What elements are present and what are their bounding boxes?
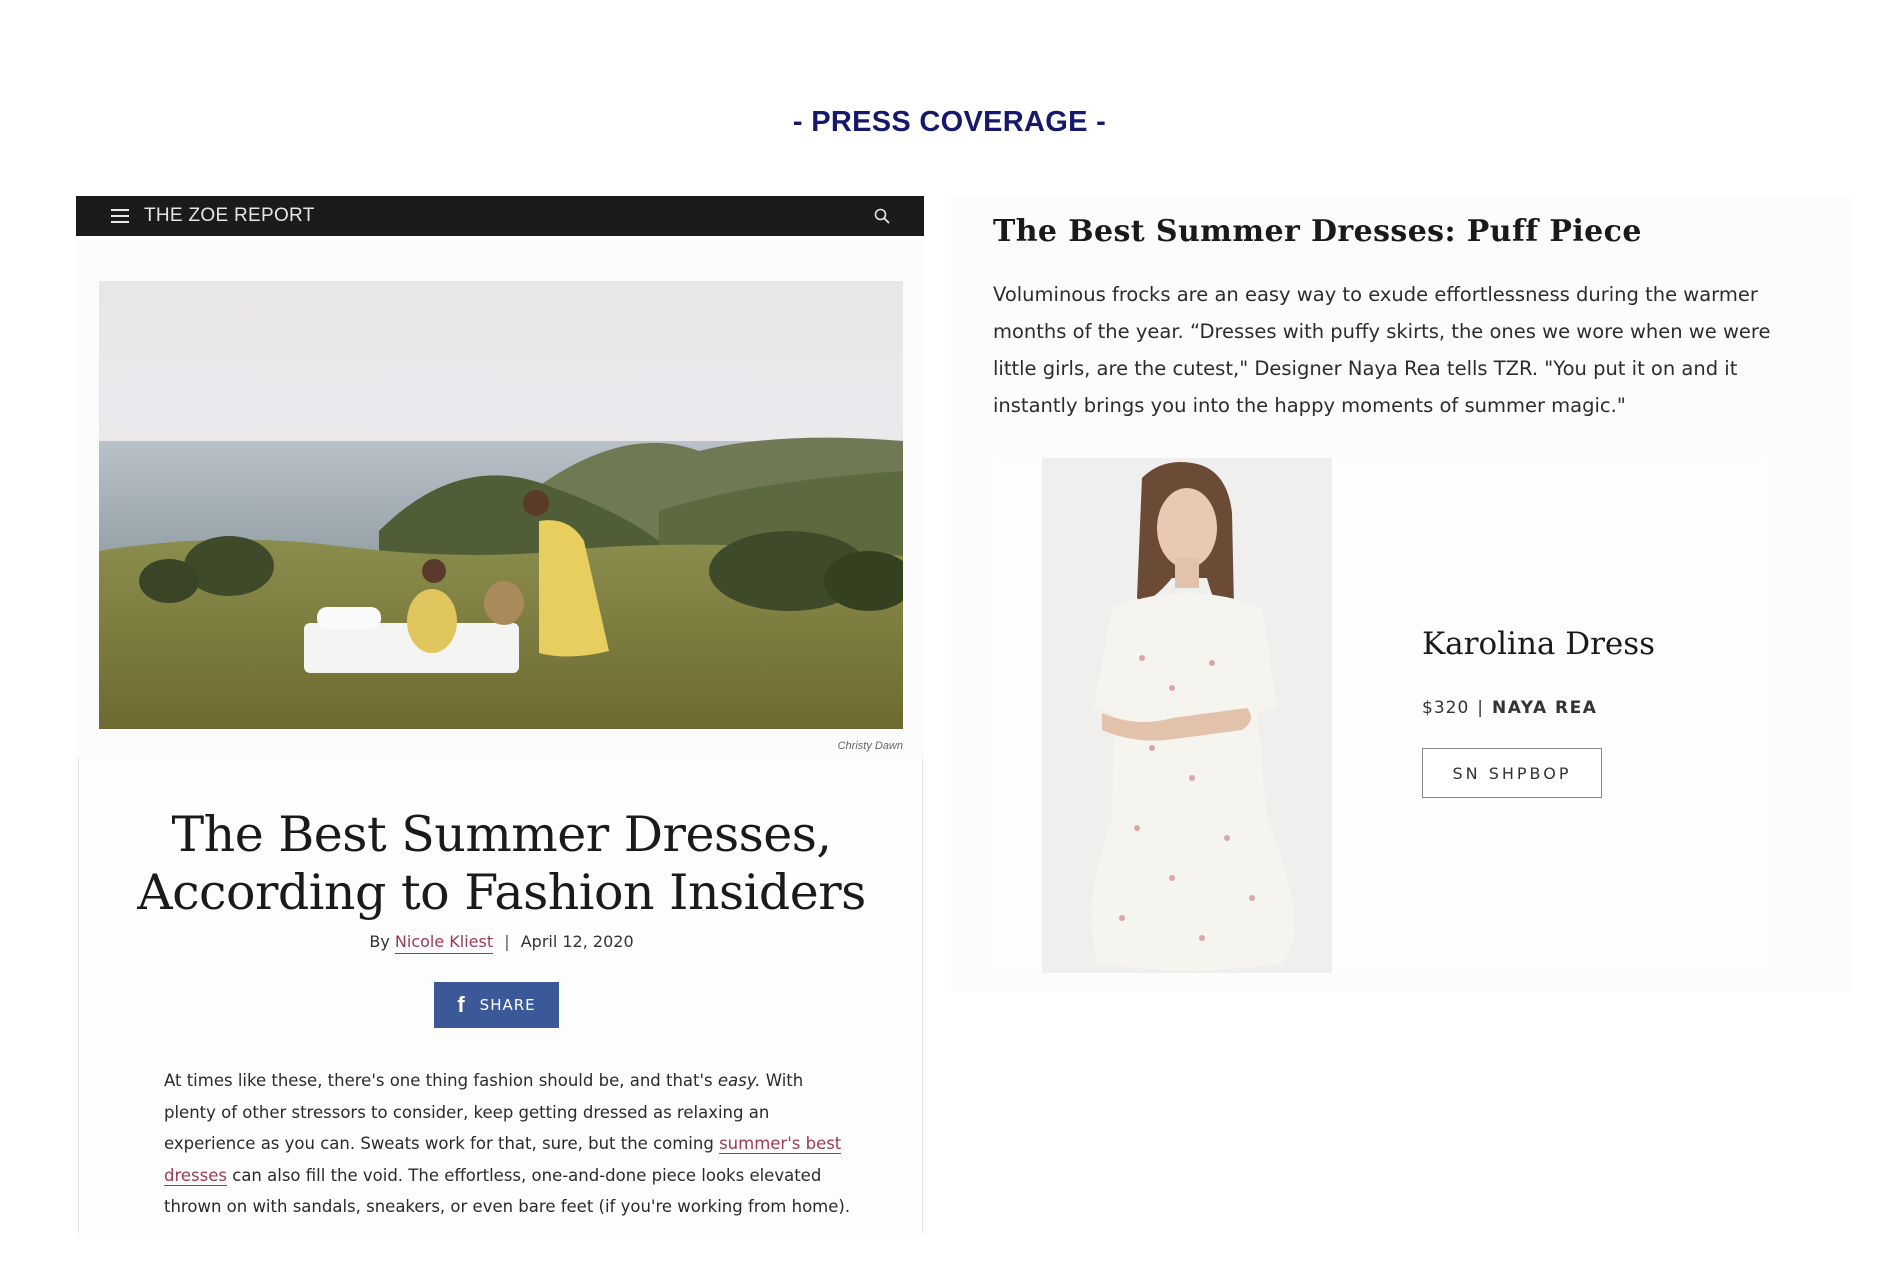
intro-text-1: At times like these, there's one thing f… [164, 1071, 718, 1090]
hamburger-menu-icon[interactable] [111, 209, 129, 223]
product-price: $320 [1422, 698, 1470, 718]
facebook-share-button[interactable]: f SHARE [434, 982, 559, 1028]
share-label: SHARE [479, 996, 536, 1014]
intro-emphasis: easy. [717, 1071, 761, 1090]
puff-piece-title: The Best Summer Dresses: Puff Piece [993, 214, 1642, 249]
shop-button[interactable]: SN SHPBOP [1422, 748, 1602, 798]
product-brand[interactable]: NAYA REA [1492, 698, 1597, 718]
site-brand[interactable]: THE ZOE REPORT [144, 205, 315, 227]
product-name[interactable]: Karolina Dress [1422, 626, 1655, 662]
article-title: The Best Summer Dresses, According to Fa… [79, 806, 924, 922]
puff-piece-screenshot: The Best Summer Dresses: Puff Piece Volu… [951, 196, 1850, 992]
product-meta: $320 | NAYA REA [1422, 698, 1597, 718]
facebook-icon: f [457, 992, 466, 1017]
page-heading: - PRESS COVERAGE - [792, 106, 1107, 138]
article-frame: The Best Summer Dresses, According to Fa… [78, 758, 923, 1233]
hero-image [99, 281, 903, 729]
article-title-line1: The Best Summer Dresses, [171, 806, 832, 863]
intro-text-3: can also fill the void. The effortless, … [164, 1165, 851, 1217]
product-meta-separator: | [1477, 698, 1484, 718]
article-date: April 12, 2020 [520, 932, 634, 951]
article-title-line2: According to Fashion Insiders [137, 864, 866, 921]
search-icon[interactable] [873, 207, 891, 225]
photo-credit: Christy Dawn [837, 740, 903, 752]
product-image[interactable] [1042, 458, 1332, 973]
author-link[interactable]: Nicole Kliest [394, 932, 494, 954]
byline-separator: | [504, 932, 510, 951]
byline-by: By [369, 932, 390, 951]
article-body: Christy Dawn The Best Summer Dresses, Ac… [76, 236, 924, 1233]
zoe-report-screenshot: THE ZOE REPORT Christy Dawn The Best Sum… [76, 196, 924, 1233]
product-card: Karolina Dress $320 | NAYA REA SN SHPBOP [993, 458, 1767, 973]
article-intro: At times like these, there's one thing f… [164, 1065, 854, 1223]
site-top-bar: THE ZOE REPORT [76, 196, 924, 236]
puff-piece-paragraph: Voluminous frocks are an easy way to exu… [993, 283, 1771, 417]
byline: By Nicole Kliest | April 12, 2020 [79, 932, 924, 954]
